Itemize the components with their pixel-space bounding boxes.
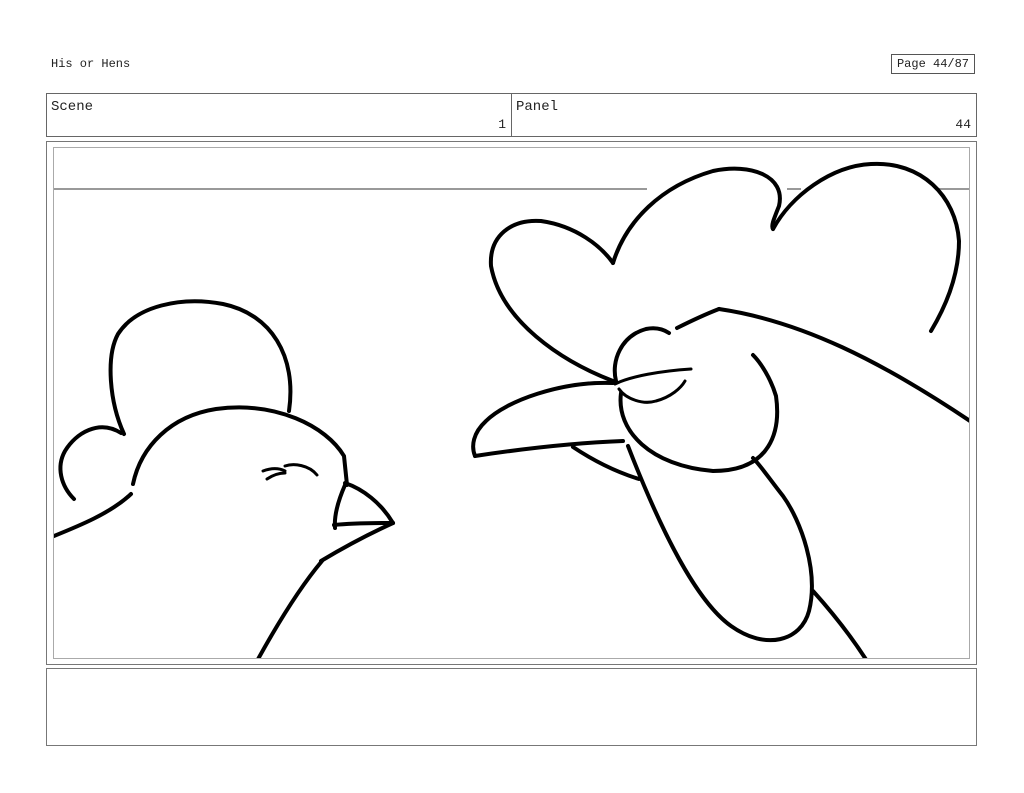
document-title: His or Hens bbox=[51, 57, 131, 71]
scene-number: 1 bbox=[498, 117, 506, 132]
storyboard-sketch bbox=[54, 161, 969, 658]
scene-label: Scene bbox=[51, 99, 94, 115]
scene-cell: Scene 1 bbox=[47, 94, 512, 136]
storyboard-frame-inner bbox=[53, 147, 970, 659]
page-number-badge: Page 44/87 bbox=[891, 54, 975, 74]
hen-sketch bbox=[54, 299, 395, 658]
panel-notes-box bbox=[46, 668, 977, 746]
panel-number: 44 bbox=[955, 117, 971, 132]
panel-cell: Panel 44 bbox=[512, 94, 976, 136]
storyboard-frame bbox=[46, 141, 977, 665]
rooster-sketch bbox=[471, 161, 969, 658]
panel-label: Panel bbox=[516, 99, 559, 115]
scene-panel-info-row: Scene 1 Panel 44 bbox=[46, 93, 977, 137]
